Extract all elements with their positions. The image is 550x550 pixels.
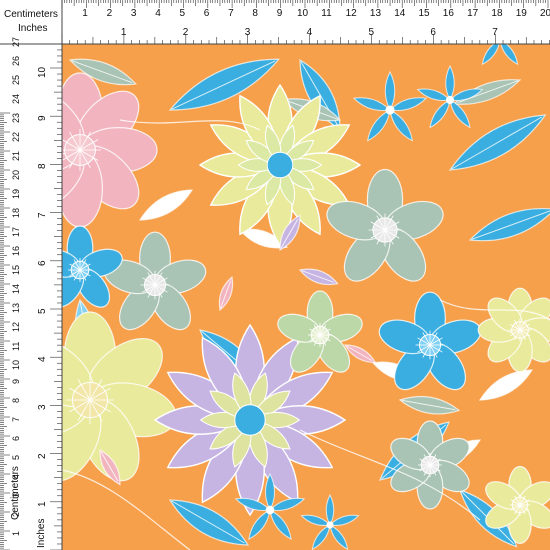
top-cm-number: 16 <box>442 8 454 19</box>
left-inch-number: 2 <box>37 453 48 459</box>
top-cm-number: 18 <box>491 8 503 19</box>
left-cm-number: 19 <box>11 188 21 199</box>
left-cm-number: 2 <box>11 511 21 517</box>
left-cm-number: 23 <box>11 112 21 123</box>
left-cm-number: 8 <box>11 397 21 403</box>
top-inch-number: 1 <box>120 27 127 38</box>
left-inch-number: 3 <box>37 404 48 411</box>
left-cm-number: 1 <box>11 530 21 536</box>
top-inch-number: 5 <box>368 27 375 38</box>
left-inch-number: 7 <box>37 212 48 218</box>
left-cm-number: 25 <box>11 74 21 85</box>
left-cm-number: 12 <box>11 321 21 332</box>
left-inches-label: Inches <box>36 518 47 548</box>
left-cm-number: 10 <box>11 359 21 370</box>
top-cm-number: 13 <box>369 8 382 19</box>
top-cm-number: 7 <box>228 8 234 19</box>
left-cm-number: 11 <box>11 341 21 351</box>
top-cm-number: 6 <box>203 8 210 19</box>
left-cm-number: 16 <box>11 245 21 256</box>
left-cm-number: 7 <box>11 416 21 422</box>
top-cm-number: 8 <box>252 8 258 19</box>
top-cm-number: 10 <box>297 8 309 19</box>
top-inch-number: 6 <box>430 27 436 38</box>
top-cm-number: 19 <box>515 8 527 19</box>
top-cm-number: 5 <box>179 8 186 19</box>
left-cm-number: 24 <box>11 93 21 104</box>
top-cm-number: 11 <box>321 8 332 19</box>
left-cm-number: 22 <box>11 131 21 142</box>
top-inches-label: Inches <box>18 23 48 34</box>
floral-fabric-pattern <box>0 0 550 550</box>
top-cm-number: 1 <box>82 8 88 19</box>
top-centimeters-label: Centimeters <box>4 9 58 20</box>
left-inch-number: 4 <box>37 356 48 363</box>
top-cm-number: 15 <box>418 8 430 19</box>
top-cm-number: 12 <box>345 8 357 19</box>
top-inch-number: 4 <box>306 27 313 38</box>
left-cm-number: 26 <box>11 55 21 66</box>
left-cm-number: 20 <box>11 169 21 180</box>
left-cm-number: 15 <box>11 264 21 275</box>
fabric-swatch-photo: Centimeters Inches Centimeters Inches 12… <box>0 0 550 550</box>
left-inch-number: 6 <box>37 260 48 266</box>
left-cm-number: 6 <box>11 435 21 441</box>
left-cm-number: 17 <box>11 226 21 237</box>
top-cm-number: 4 <box>155 8 161 19</box>
top-cm-number: 14 <box>394 8 406 19</box>
left-inch-number: 9 <box>37 115 48 122</box>
top-cm-number: 17 <box>467 8 479 19</box>
left-cm-number: 5 <box>11 454 21 460</box>
top-cm-number: 20 <box>540 8 550 19</box>
top-ruler <box>0 0 550 44</box>
left-inch-number: 10 <box>37 66 48 78</box>
left-cm-number: 14 <box>11 283 21 294</box>
left-cm-number: 13 <box>11 302 21 313</box>
left-inch-number: 8 <box>37 163 48 170</box>
left-cm-number: 21 <box>11 150 21 161</box>
left-cm-number: 4 <box>11 473 21 479</box>
left-inch-number: 1 <box>37 501 48 507</box>
left-cm-number: 18 <box>11 207 21 218</box>
left-cm-number: 3 <box>11 492 21 498</box>
top-inch-number: 7 <box>492 27 498 38</box>
left-cm-number: 27 <box>11 36 21 47</box>
top-cm-number: 3 <box>130 8 137 19</box>
left-cm-number: 9 <box>11 378 21 384</box>
top-inch-number: 3 <box>244 27 251 38</box>
left-inch-number: 5 <box>37 308 48 314</box>
top-inch-number: 2 <box>182 27 189 38</box>
top-cm-number: 2 <box>106 8 113 19</box>
top-cm-number: 9 <box>276 8 283 19</box>
